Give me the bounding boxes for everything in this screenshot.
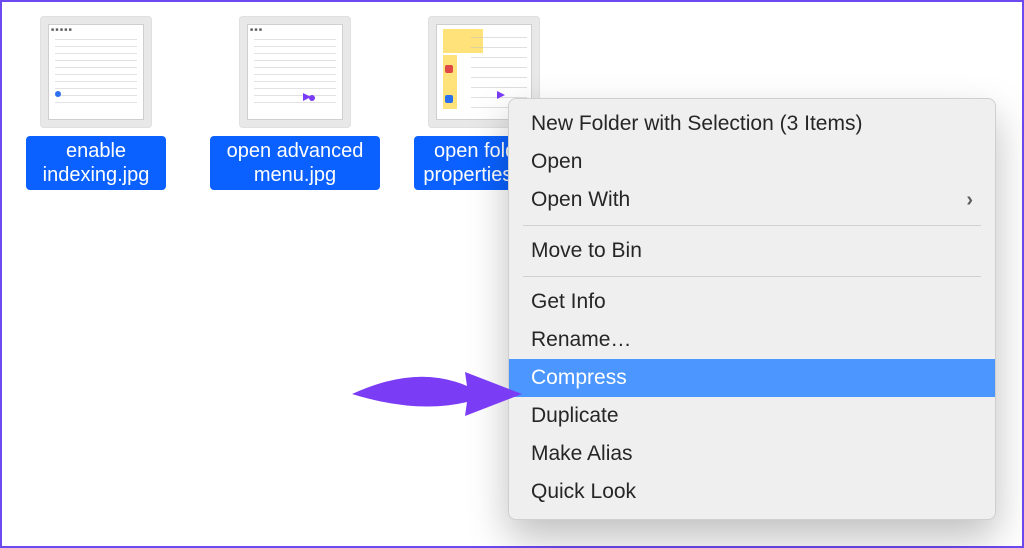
context-menu: New Folder with Selection (3 Items) Open… xyxy=(508,98,996,520)
menu-item-label: Compress xyxy=(531,366,627,390)
menu-compress[interactable]: Compress xyxy=(509,359,995,397)
menu-item-label: Rename… xyxy=(531,328,631,352)
menu-quick-look[interactable]: Quick Look xyxy=(509,473,995,511)
menu-separator xyxy=(523,276,981,277)
menu-rename[interactable]: Rename… xyxy=(509,321,995,359)
menu-open[interactable]: Open xyxy=(509,143,995,181)
annotation-arrow-icon xyxy=(347,354,527,434)
menu-item-label: Move to Bin xyxy=(531,239,642,263)
menu-item-label: Duplicate xyxy=(531,404,619,428)
chevron-right-icon: › xyxy=(966,189,973,212)
file-thumbnail: ■ ■ ■ xyxy=(239,16,351,128)
file-label: enable indexing.jpg xyxy=(26,136,166,190)
menu-item-label: Quick Look xyxy=(531,480,636,504)
menu-open-with[interactable]: Open With › xyxy=(509,181,995,219)
menu-item-label: Make Alias xyxy=(531,442,633,466)
menu-get-info[interactable]: Get Info xyxy=(509,283,995,321)
menu-make-alias[interactable]: Make Alias xyxy=(509,435,995,473)
file-item[interactable]: ■ ■ ■ ■ ■ enable indexing.jpg xyxy=(26,16,166,190)
menu-duplicate[interactable]: Duplicate xyxy=(509,397,995,435)
file-item[interactable]: ■ ■ ■ open advanced menu.jpg xyxy=(210,16,380,190)
menu-item-label: Get Info xyxy=(531,290,606,314)
menu-item-label: New Folder with Selection (3 Items) xyxy=(531,112,862,136)
file-label: open advanced menu.jpg xyxy=(210,136,380,190)
menu-separator xyxy=(523,225,981,226)
menu-item-label: Open xyxy=(531,150,582,174)
finder-window: ■ ■ ■ ■ ■ enable indexing.jpg ■ ■ ■ open… xyxy=(0,0,1024,548)
menu-new-folder-with-selection[interactable]: New Folder with Selection (3 Items) xyxy=(509,105,995,143)
menu-item-label: Open With xyxy=(531,188,630,212)
menu-move-to-bin[interactable]: Move to Bin xyxy=(509,232,995,270)
file-thumbnail: ■ ■ ■ ■ ■ xyxy=(40,16,152,128)
